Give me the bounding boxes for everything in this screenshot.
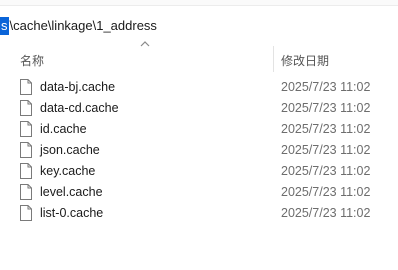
- file-name: data-bj.cache: [40, 80, 116, 94]
- document-icon: [20, 142, 32, 158]
- column-divider[interactable]: [273, 46, 274, 72]
- file-name: key.cache: [40, 164, 96, 178]
- file-row[interactable]: level.cache 2025/7/23 11:02: [0, 182, 398, 203]
- file-modified-date: 2025/7/23 11:02: [281, 122, 371, 136]
- file-modified-date: 2025/7/23 11:02: [281, 164, 371, 178]
- address-path-text[interactable]: \cache\linkage\1_address: [9, 17, 157, 35]
- file-modified-date: 2025/7/23 11:02: [281, 185, 371, 199]
- document-icon: [20, 184, 32, 200]
- document-icon: [20, 121, 32, 137]
- file-modified-date: 2025/7/23 11:02: [281, 206, 371, 220]
- ribbon-toolbar-remnant: [0, 0, 398, 6]
- file-list: data-bj.cache 2025/7/23 11:02 data-cd.ca…: [0, 77, 398, 224]
- document-icon: [20, 100, 32, 116]
- address-bar[interactable]: s \cache\linkage\1_address: [0, 15, 398, 37]
- document-icon: [20, 163, 32, 179]
- file-row[interactable]: id.cache 2025/7/23 11:02: [0, 119, 398, 140]
- file-name: list-0.cache: [40, 206, 104, 220]
- file-modified-date: 2025/7/23 11:02: [281, 101, 371, 115]
- column-header-row: 名称 修改日期: [0, 46, 398, 72]
- column-header-modified[interactable]: 修改日期: [281, 52, 329, 69]
- file-name: id.cache: [40, 122, 87, 136]
- file-row[interactable]: key.cache 2025/7/23 11:02: [0, 161, 398, 182]
- file-name: data-cd.cache: [40, 101, 119, 115]
- file-name: level.cache: [40, 185, 103, 199]
- file-modified-date: 2025/7/23 11:02: [281, 143, 371, 157]
- document-icon: [20, 79, 32, 95]
- document-icon: [20, 205, 32, 221]
- address-selected-text[interactable]: s: [0, 17, 9, 35]
- file-name: json.cache: [40, 143, 100, 157]
- file-row[interactable]: data-cd.cache 2025/7/23 11:02: [0, 98, 398, 119]
- column-header-name[interactable]: 名称: [20, 52, 44, 69]
- file-row[interactable]: data-bj.cache 2025/7/23 11:02: [0, 77, 398, 98]
- address-input[interactable]: s \cache\linkage\1_address: [0, 16, 157, 36]
- file-row[interactable]: json.cache 2025/7/23 11:02: [0, 140, 398, 161]
- file-row[interactable]: list-0.cache 2025/7/23 11:02: [0, 203, 398, 224]
- file-modified-date: 2025/7/23 11:02: [281, 80, 371, 94]
